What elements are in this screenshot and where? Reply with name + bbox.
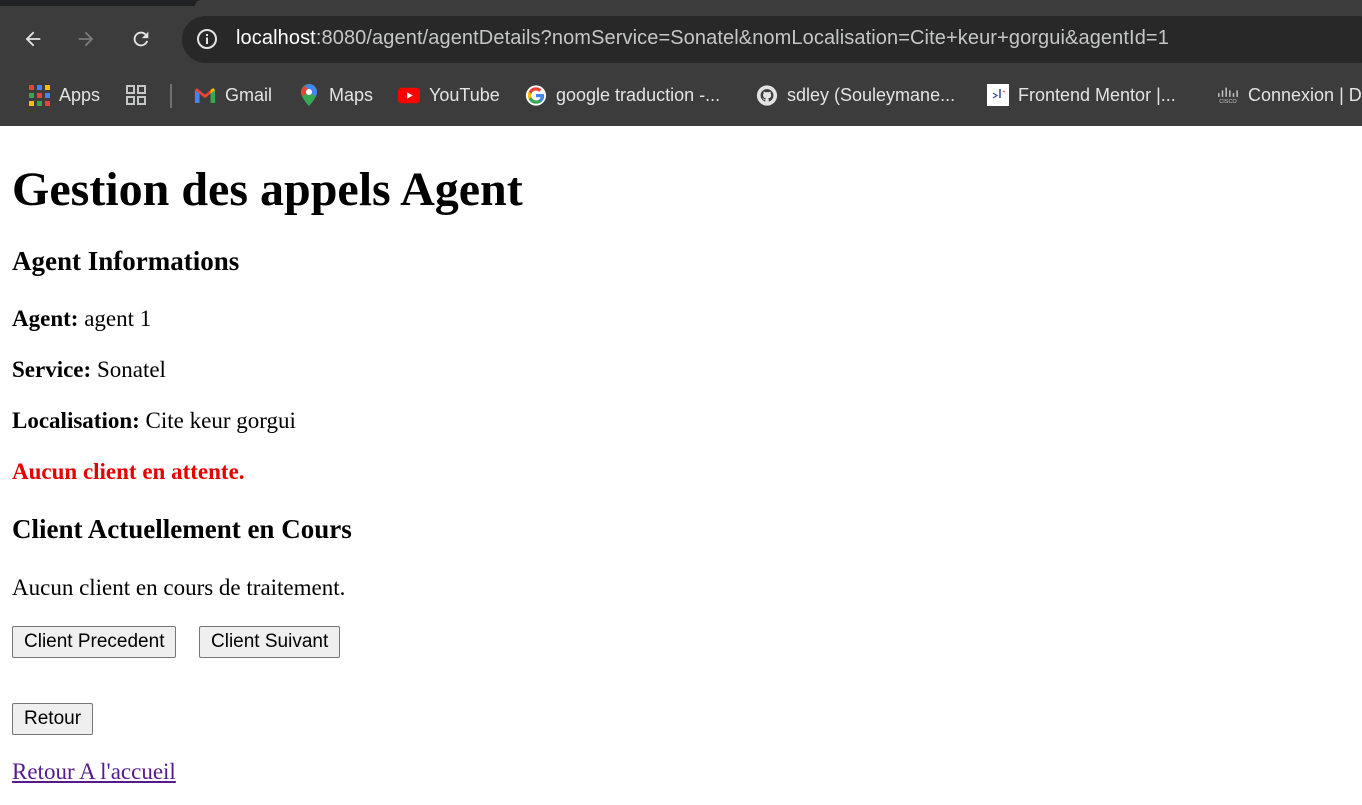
url-path: :8080/agent/agentDetails?nomService=Sona… <box>315 27 1169 49</box>
bookmark-youtube[interactable]: YouTube <box>398 82 500 108</box>
bookmark-label: sdley (Souleymane... <box>787 84 956 105</box>
current-client-message: Aucun client en cours de traitement. <box>12 575 346 600</box>
forward-arrow-icon[interactable] <box>67 20 105 58</box>
frontend-mentor-icon <box>987 84 1009 106</box>
google-icon <box>525 84 547 106</box>
localisation-row: Localisation: Cite keur gorgui <box>12 408 296 434</box>
svg-text:CISCO: CISCO <box>1219 99 1237 105</box>
bookmark-maps[interactable]: Maps <box>298 82 373 108</box>
bookmark-github[interactable]: sdley (Souleymane... <box>756 82 955 108</box>
page-title: Gestion des appels Agent <box>12 163 523 216</box>
bookmark-label: google traduction -... <box>556 84 721 105</box>
bookmarks-divider <box>170 84 172 108</box>
bookmark-tab-groups[interactable] <box>125 82 156 108</box>
bookmark-label: Maps <box>329 84 374 105</box>
site-info-icon[interactable] <box>194 26 220 52</box>
bookmark-label: Apps <box>59 84 101 105</box>
bookmark-label: YouTube <box>429 84 500 105</box>
tab-groups-icon <box>125 84 147 106</box>
next-client-button[interactable]: Client Suivant <box>199 626 341 658</box>
browser-chrome: localhost:8080/agent/agentDetails?nomSer… <box>0 0 1362 126</box>
address-bar[interactable]: localhost:8080/agent/agentDetails?nomSer… <box>182 16 1362 63</box>
gmail-icon <box>194 84 216 106</box>
bookmark-google-translate[interactable]: google traduction -... <box>525 82 720 108</box>
bookmark-cisco[interactable]: CISCO Connexion | D <box>1217 82 1362 108</box>
agent-row: Agent: agent 1 <box>12 306 151 332</box>
bookmark-label: Connexion | D <box>1248 84 1362 105</box>
bookmark-frontend-mentor[interactable]: Frontend Mentor |... <box>987 82 1176 108</box>
current-client-heading: Client Actuellement en Cours <box>12 514 352 544</box>
apps-grid-icon <box>28 84 50 106</box>
url-host: localhost <box>236 27 316 49</box>
agent-label: Agent: <box>12 306 79 331</box>
home-link[interactable]: Retour A l'accueil <box>12 759 176 785</box>
localisation-value: Cite keur gorgui <box>145 408 296 433</box>
previous-client-button[interactable]: Client Precedent <box>12 626 177 658</box>
reload-icon[interactable] <box>122 20 160 58</box>
agent-info-heading: Agent Informations <box>12 246 240 276</box>
bookmark-label: Gmail <box>225 84 273 105</box>
service-row: Service: Sonatel <box>12 357 166 383</box>
localisation-label: Localisation: <box>12 408 140 433</box>
back-button[interactable]: Retour <box>12 703 94 735</box>
tab-strip <box>0 0 1362 6</box>
github-icon <box>756 84 778 106</box>
agent-value: agent 1 <box>84 306 152 331</box>
bookmark-gmail[interactable]: Gmail <box>194 82 272 108</box>
maps-pin-icon <box>298 84 320 106</box>
bookmarks-bar: Apps Gmail Maps YouTube google traductio… <box>0 74 1362 116</box>
service-value: Sonatel <box>96 357 166 382</box>
bookmark-apps[interactable]: Apps <box>28 82 100 108</box>
back-arrow-icon[interactable] <box>14 20 52 58</box>
bookmark-label: Frontend Mentor |... <box>1018 84 1176 105</box>
cisco-icon: CISCO <box>1217 84 1239 106</box>
url-text[interactable]: localhost:8080/agent/agentDetails?nomSer… <box>236 27 1169 50</box>
service-label: Service: <box>12 357 92 382</box>
youtube-icon <box>398 84 420 106</box>
waiting-status-message: Aucun client en attente. <box>12 459 245 484</box>
